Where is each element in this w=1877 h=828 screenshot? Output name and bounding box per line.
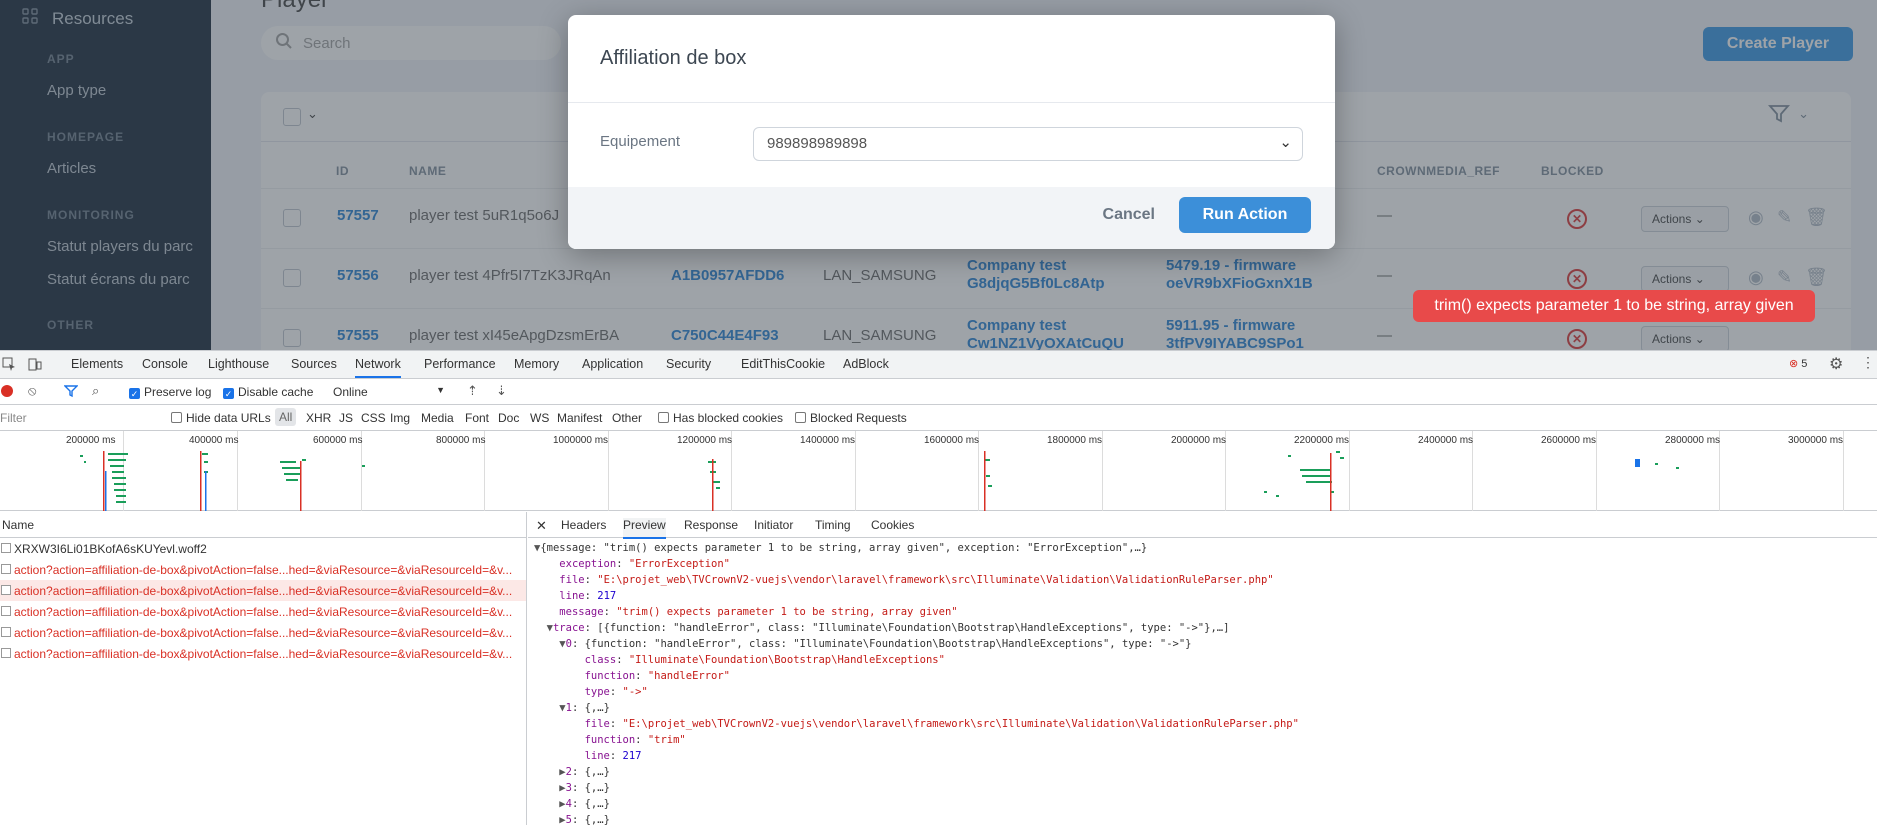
- request-row[interactable]: action?action=affiliation-de-box&pivotAc…: [0, 559, 526, 580]
- json-trace-item[interactable]: ▼0: {function: "handleError", class: "Il…: [534, 636, 1877, 652]
- json-line: exception: "ErrorException": [559, 558, 731, 570]
- json-trace-item[interactable]: ▶5: {,…}: [534, 812, 1877, 828]
- export-icon[interactable]: ⇣: [496, 383, 507, 399]
- chevron-down-icon: ⌄: [1279, 134, 1292, 151]
- json-line: file: "E:\projet_web\TVCrownV2-vuejs\ven…: [559, 574, 1274, 586]
- tab-initiator[interactable]: Initiator: [754, 518, 793, 532]
- json-trace[interactable]: ▼trace: [{function: "handleError", class…: [534, 620, 1877, 636]
- inspect-element-icon[interactable]: [2, 357, 16, 374]
- tab-security[interactable]: Security: [666, 357, 711, 371]
- cancel-button[interactable]: Cancel: [1103, 206, 1155, 224]
- type-filter-js[interactable]: JS: [339, 411, 353, 425]
- modal-title: Affiliation de box: [568, 15, 1335, 103]
- equipement-value: 989898989898: [767, 135, 868, 152]
- modal-footer: Cancel Run Action: [568, 187, 1335, 249]
- json-preview: ▼{message: "trim() expects parameter 1 t…: [528, 538, 1877, 828]
- request-list: Name XRXW3I6Li01BKofA6sKUYevl.woff2 acti…: [0, 512, 527, 825]
- preserve-log-checkbox[interactable]: ✓ Preserve log: [129, 385, 211, 399]
- has-blocked-cookies-checkbox[interactable]: Has blocked cookies: [658, 411, 783, 425]
- hide-data-urls-checkbox[interactable]: Hide data URLs: [171, 411, 271, 425]
- modal-body: Equipement 989898989898 ⌄: [568, 103, 1335, 188]
- type-filter-media[interactable]: Media: [421, 411, 454, 425]
- more-menu-icon[interactable]: ⋮: [1861, 354, 1875, 371]
- json-trace-item[interactable]: ▶4: {,…}: [534, 796, 1877, 812]
- json-line: function: "trim": [584, 734, 686, 746]
- search-icon[interactable]: ⌕: [92, 383, 99, 399]
- tab-adblock[interactable]: AdBlock: [843, 357, 889, 371]
- requests-area: Name XRXW3I6Li01BKofA6sKUYevl.woff2 acti…: [0, 512, 1877, 828]
- type-filter-manifest[interactable]: Manifest: [557, 411, 602, 425]
- request-row[interactable]: action?action=affiliation-de-box&pivotAc…: [0, 580, 526, 601]
- tab-editthiscookie[interactable]: EditThisCookie: [741, 357, 825, 371]
- error-circle-icon: ⊗: [1789, 358, 1799, 370]
- affiliation-modal: Affiliation de box Equipement 9898989898…: [568, 15, 1335, 249]
- json-line: line: 217: [559, 590, 617, 602]
- clear-icon[interactable]: ⦸: [28, 383, 36, 399]
- json-line: message: "trim() expects parameter 1 to …: [559, 606, 958, 618]
- tab-performance[interactable]: Performance: [424, 357, 496, 371]
- request-detail: ✕ Headers Preview Response Initiator Tim…: [528, 512, 1877, 828]
- request-row[interactable]: action?action=affiliation-de-box&pivotAc…: [0, 622, 526, 643]
- name-column-header[interactable]: Name: [0, 512, 526, 538]
- filter-input[interactable]: Filter: [0, 411, 158, 425]
- type-filter-img[interactable]: Img: [390, 411, 410, 425]
- detail-tabbar: ✕ Headers Preview Response Initiator Tim…: [528, 512, 1877, 539]
- request-row[interactable]: action?action=affiliation-de-box&pivotAc…: [0, 601, 526, 622]
- network-toolbar: ⦸ ⌕ ✓ Preserve log ✓ Disable cache Online ▼…: [0, 379, 1877, 405]
- json-line: line: 217: [584, 750, 642, 762]
- type-filter-other[interactable]: Other: [612, 411, 642, 425]
- device-toolbar-icon[interactable]: [28, 357, 42, 374]
- json-root[interactable]: ▼{message: "trim() expects parameter 1 t…: [534, 540, 1877, 556]
- json-line: class: "Illuminate\Foundation\Bootstrap\…: [584, 654, 945, 666]
- tab-memory[interactable]: Memory: [514, 357, 559, 371]
- error-counter[interactable]: ⊗ 5: [1789, 357, 1807, 370]
- json-line: file: "E:\projet_web\TVCrownV2-vuejs\ven…: [584, 718, 1299, 730]
- request-row[interactable]: action?action=affiliation-de-box&pivotAc…: [0, 643, 526, 664]
- json-line: type: "->": [584, 686, 648, 698]
- tab-application[interactable]: Application: [582, 357, 643, 371]
- tab-cookies[interactable]: Cookies: [871, 518, 914, 532]
- settings-gear-icon[interactable]: ⚙: [1829, 354, 1843, 374]
- tab-sources[interactable]: Sources: [291, 357, 337, 371]
- type-filter-doc[interactable]: Doc: [498, 411, 519, 425]
- close-icon[interactable]: ✕: [536, 518, 547, 534]
- equipement-select[interactable]: 989898989898 ⌄: [753, 127, 1303, 161]
- throttling-select[interactable]: Online ▼: [333, 385, 445, 399]
- app-viewport: Resources APP App type HOMEPAGE Articles…: [0, 0, 1877, 350]
- json-trace-item[interactable]: ▶2: {,…}: [534, 764, 1877, 780]
- error-toast: trim() expects parameter 1 to be string,…: [1413, 290, 1815, 322]
- equipement-label: Equipement: [600, 133, 681, 150]
- run-action-button[interactable]: Run Action: [1179, 197, 1311, 233]
- type-filter-font[interactable]: Font: [465, 411, 489, 425]
- type-filter-ws[interactable]: WS: [530, 411, 549, 425]
- tab-console[interactable]: Console: [142, 357, 188, 371]
- tab-elements[interactable]: Elements: [71, 357, 123, 371]
- tab-network[interactable]: Network: [355, 357, 401, 378]
- import-icon[interactable]: ⇡: [467, 383, 478, 399]
- json-line: function: "handleError": [584, 670, 730, 682]
- type-filter-all[interactable]: All: [275, 408, 297, 426]
- tab-preview[interactable]: Preview: [623, 518, 666, 539]
- devtools-tabbar: Elements Console Lighthouse Sources Netw…: [0, 351, 1877, 379]
- disable-cache-checkbox[interactable]: ✓ Disable cache: [223, 385, 313, 399]
- blocked-requests-checkbox[interactable]: Blocked Requests: [795, 411, 907, 425]
- timeline-waterfall: [80, 451, 1679, 511]
- tab-timing[interactable]: Timing: [815, 518, 851, 532]
- type-filter-xhr[interactable]: XHR: [306, 411, 331, 425]
- type-filter-css[interactable]: CSS: [361, 411, 386, 425]
- filter-bar: Filter Hide data URLs All XHR JS CSS Img…: [0, 405, 1877, 431]
- tab-response[interactable]: Response: [684, 518, 738, 532]
- devtools-panel: Elements Console Lighthouse Sources Netw…: [0, 350, 1877, 828]
- request-row[interactable]: XRXW3I6Li01BKofA6sKUYevl.woff2: [0, 538, 526, 559]
- tab-lighthouse[interactable]: Lighthouse: [208, 357, 269, 371]
- filter-funnel-icon[interactable]: [63, 384, 79, 401]
- json-trace-item[interactable]: ▶3: {,…}: [534, 780, 1877, 796]
- tab-headers[interactable]: Headers: [561, 518, 606, 532]
- record-icon[interactable]: [1, 385, 13, 397]
- network-overview[interactable]: 200000 ms 400000 ms 600000 ms 800000 ms …: [0, 431, 1877, 511]
- json-trace-item[interactable]: ▼1: {,…}: [534, 700, 1877, 716]
